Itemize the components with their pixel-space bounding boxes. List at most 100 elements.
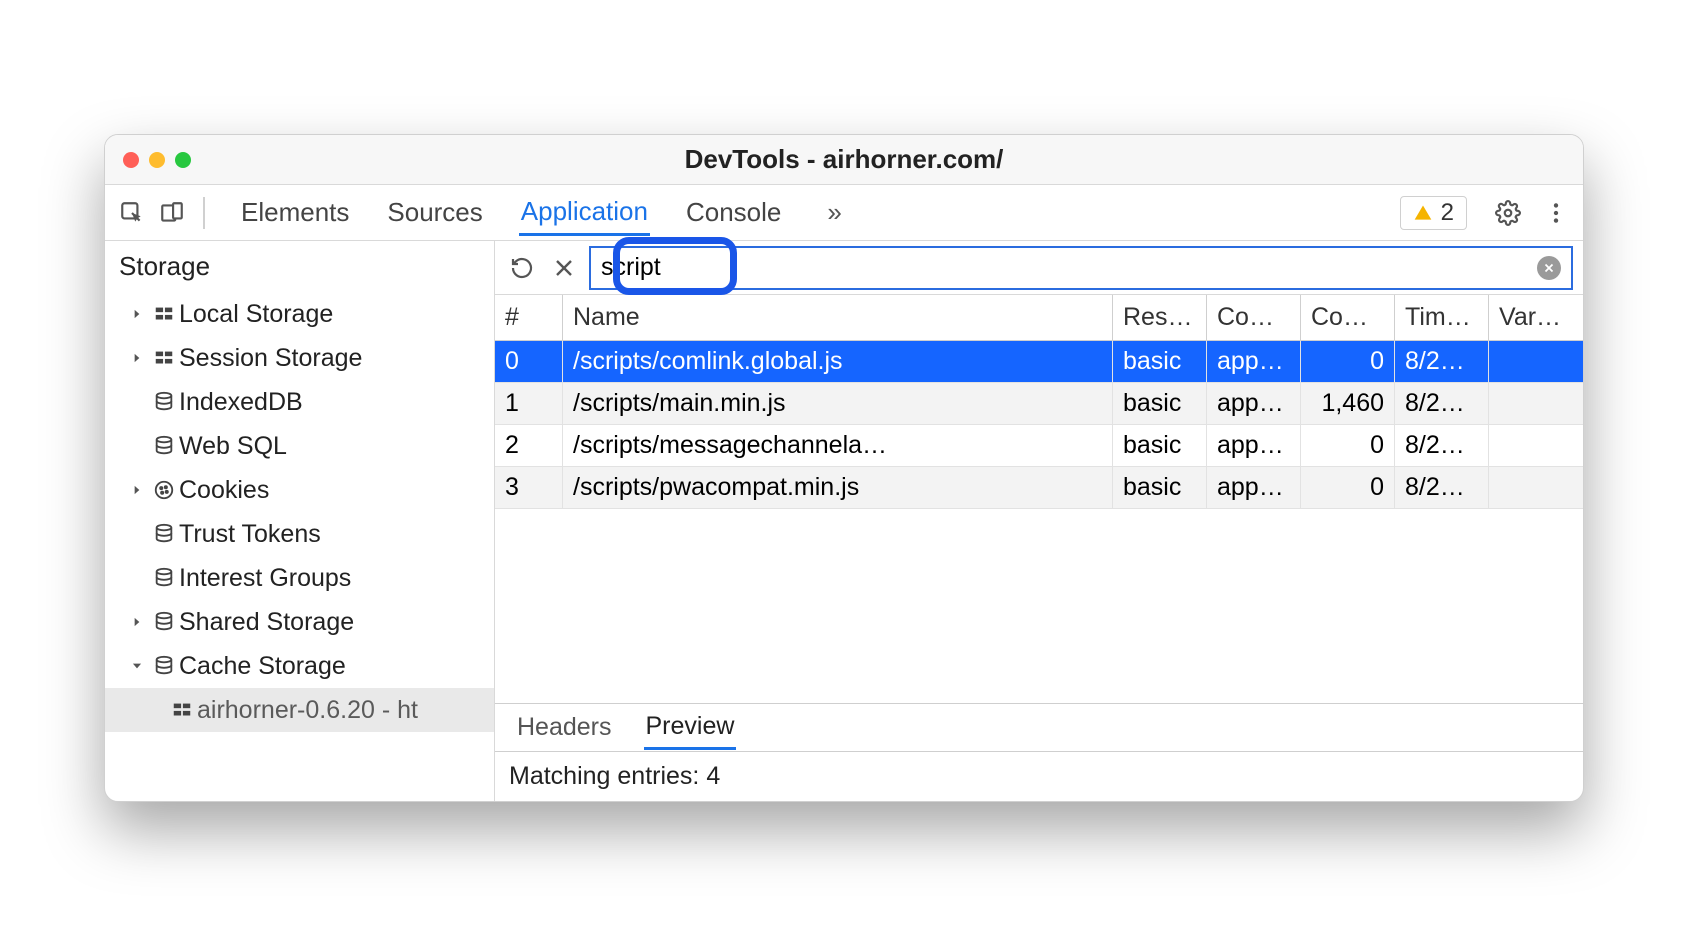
minimize-window-button[interactable] <box>149 152 165 168</box>
sidebar-item-session-storage[interactable]: Session Storage <box>105 336 494 380</box>
table-row[interactable]: 2/scripts/messagechannela…basicapp…08/2… <box>495 425 1583 467</box>
sidebar-item-label: Trust Tokens <box>179 520 494 549</box>
cache-entries-table: # Name Res… Co… Co… Tim… Var… 0/scripts/… <box>495 295 1583 561</box>
grid-icon <box>149 303 179 325</box>
db-icon <box>149 655 179 677</box>
col-content-length[interactable]: Co… <box>1301 295 1395 340</box>
cell-index: 1 <box>495 383 563 424</box>
db-icon <box>149 523 179 545</box>
sidebar-item-label: Session Storage <box>179 344 494 373</box>
cell-content-length: 0 <box>1301 341 1395 382</box>
grid-icon <box>149 347 179 369</box>
col-vary[interactable]: Var… <box>1489 295 1583 340</box>
cell-response-type: basic <box>1113 341 1207 382</box>
clear-filter-icon[interactable] <box>1537 256 1561 280</box>
cell-name: /scripts/comlink.global.js <box>563 341 1113 382</box>
sidebar-item-label: Cache Storage <box>179 652 494 681</box>
cell-time-cached: 8/2… <box>1395 467 1489 508</box>
kebab-menu-icon[interactable] <box>1541 198 1571 228</box>
sidebar-item-label: Shared Storage <box>179 608 494 637</box>
sidebar-item-label: IndexedDB <box>179 388 494 417</box>
close-window-button[interactable] <box>123 152 139 168</box>
db-icon <box>149 435 179 457</box>
cell-response-type: basic <box>1113 467 1207 508</box>
col-name[interactable]: Name <box>563 295 1113 340</box>
sidebar-item-label: Cookies <box>179 476 494 505</box>
grid-icon <box>167 699 197 721</box>
col-content-type[interactable]: Co… <box>1207 295 1301 340</box>
settings-icon[interactable] <box>1493 198 1523 228</box>
divider <box>203 197 205 229</box>
sidebar-item-label: Local Storage <box>179 300 494 329</box>
col-index[interactable]: # <box>495 295 563 340</box>
cell-vary <box>1489 341 1583 382</box>
chevron-right-icon[interactable] <box>125 351 149 365</box>
tab-console[interactable]: Console <box>684 191 783 234</box>
cell-content-type: app… <box>1207 383 1301 424</box>
chevron-right-icon[interactable] <box>125 307 149 321</box>
zoom-window-button[interactable] <box>175 152 191 168</box>
titlebar: DevTools - airhorner.com/ <box>105 135 1583 185</box>
cell-name: /scripts/main.min.js <box>563 383 1113 424</box>
cell-vary <box>1489 425 1583 466</box>
warnings-badge[interactable]: 2 <box>1400 196 1467 230</box>
cell-vary <box>1489 383 1583 424</box>
device-toolbar-icon[interactable] <box>157 198 187 228</box>
sidebar-item-label: Interest Groups <box>179 564 494 593</box>
cache-instance-item[interactable]: airhorner-0.6.20 - ht <box>105 688 494 732</box>
db-icon <box>149 611 179 633</box>
sidebar-item-cache-storage[interactable]: Cache Storage <box>105 644 494 688</box>
panel-tabs: Elements Sources Application Console » <box>239 190 842 236</box>
sidebar-item-interest-groups[interactable]: Interest Groups <box>105 556 494 600</box>
cell-vary <box>1489 467 1583 508</box>
cell-index: 0 <box>495 341 563 382</box>
main-toolbar: Elements Sources Application Console » 2 <box>105 185 1583 241</box>
sidebar-item-trust-tokens[interactable]: Trust Tokens <box>105 512 494 556</box>
cell-response-type: basic <box>1113 425 1207 466</box>
cell-name: /scripts/pwacompat.min.js <box>563 467 1113 508</box>
sidebar-item-local-storage[interactable]: Local Storage <box>105 292 494 336</box>
chevron-right-icon[interactable] <box>125 483 149 497</box>
tab-preview[interactable]: Preview <box>644 706 737 750</box>
devtools-window: DevTools - airhorner.com/ Elements Sourc… <box>104 134 1584 802</box>
detail-tabs: Headers Preview <box>495 703 1583 751</box>
warnings-count: 2 <box>1441 199 1454 227</box>
storage-sidebar: Storage Local StorageSession StorageInde… <box>105 241 495 801</box>
cell-index: 3 <box>495 467 563 508</box>
sidebar-item-label: Web SQL <box>179 432 494 461</box>
tab-application[interactable]: Application <box>519 190 650 236</box>
delete-selected-icon[interactable] <box>547 251 581 285</box>
tab-elements[interactable]: Elements <box>239 191 351 234</box>
table-row[interactable]: 0/scripts/comlink.global.jsbasicapp…08/2… <box>495 341 1583 383</box>
table-row[interactable]: 3/scripts/pwacompat.min.jsbasicapp…08/2… <box>495 467 1583 509</box>
cell-content-length: 0 <box>1301 467 1395 508</box>
cell-content-type: app… <box>1207 341 1301 382</box>
sidebar-item-web-sql[interactable]: Web SQL <box>105 424 494 468</box>
cell-content-type: app… <box>1207 467 1301 508</box>
col-time-cached[interactable]: Tim… <box>1395 295 1489 340</box>
status-bar: Matching entries: 4 <box>495 751 1583 801</box>
sidebar-item-shared-storage[interactable]: Shared Storage <box>105 600 494 644</box>
table-body: 0/scripts/comlink.global.jsbasicapp…08/2… <box>495 341 1583 561</box>
cell-time-cached: 8/2… <box>1395 383 1489 424</box>
tab-headers[interactable]: Headers <box>515 707 614 748</box>
filter-input-wrap <box>589 246 1573 290</box>
warning-icon <box>1413 203 1433 223</box>
chevron-right-icon[interactable] <box>125 615 149 629</box>
sidebar-item-cookies[interactable]: Cookies <box>105 468 494 512</box>
cell-content-length: 0 <box>1301 425 1395 466</box>
table-header: # Name Res… Co… Co… Tim… Var… <box>495 295 1583 341</box>
filter-input[interactable] <box>601 253 1537 282</box>
filter-bar <box>495 241 1583 295</box>
cell-time-cached: 8/2… <box>1395 425 1489 466</box>
cookie-icon <box>149 479 179 501</box>
chevron-down-icon[interactable] <box>125 659 149 673</box>
col-response-type[interactable]: Res… <box>1113 295 1207 340</box>
more-tabs-icon[interactable]: » <box>827 197 841 228</box>
refresh-icon[interactable] <box>505 251 539 285</box>
tab-sources[interactable]: Sources <box>385 191 484 234</box>
cache-storage-panel: # Name Res… Co… Co… Tim… Var… 0/scripts/… <box>495 241 1583 801</box>
table-row[interactable]: 1/scripts/main.min.jsbasicapp…1,4608/2… <box>495 383 1583 425</box>
sidebar-item-indexeddb[interactable]: IndexedDB <box>105 380 494 424</box>
inspect-element-icon[interactable] <box>117 198 147 228</box>
